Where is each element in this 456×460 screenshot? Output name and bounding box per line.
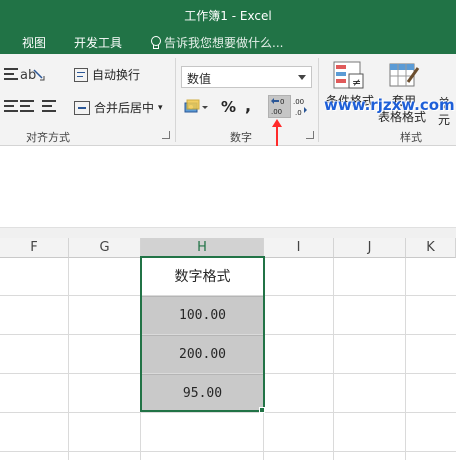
number-format-select[interactable]: 数值 bbox=[181, 66, 312, 88]
pointer-arrow-icon bbox=[272, 119, 282, 146]
grid-top-separator bbox=[0, 227, 456, 238]
increase-indent-button[interactable] bbox=[42, 100, 56, 112]
title-bar: 工作簿1 - Excel bbox=[0, 0, 456, 30]
format-as-table-icon bbox=[389, 63, 420, 87]
formula-area bbox=[0, 147, 456, 227]
number-group-label: 数字 bbox=[230, 131, 252, 144]
tell-me-text: 告诉我您想要做什么... bbox=[164, 36, 284, 50]
column-header-f[interactable]: F bbox=[0, 238, 69, 258]
comma-style-button[interactable]: , bbox=[245, 96, 251, 115]
format-as-table-button[interactable] bbox=[388, 60, 422, 95]
merge-center-button[interactable]: 合并后居中 ▾ bbox=[74, 99, 163, 116]
fill-handle[interactable] bbox=[259, 407, 265, 413]
orientation-button[interactable]: ab bbox=[20, 66, 46, 82]
wrap-text-icon bbox=[74, 67, 88, 82]
align-right-button[interactable] bbox=[4, 68, 18, 80]
ribbon-tabs: 视图 开发工具 告诉我您想要做什么... bbox=[0, 30, 456, 54]
decrease-decimal-button[interactable]: .00 .0 bbox=[293, 96, 313, 117]
percent-label: % bbox=[221, 98, 237, 116]
chevron-down-icon bbox=[298, 75, 306, 80]
number-dialog-launcher[interactable] bbox=[306, 131, 314, 139]
percent-style-button[interactable]: % bbox=[221, 98, 236, 116]
svg-text:.00: .00 bbox=[293, 98, 304, 106]
gridline bbox=[0, 451, 456, 452]
number-format-value: 数值 bbox=[187, 72, 212, 86]
conditional-format-button[interactable]: ≠ bbox=[332, 60, 366, 95]
group-divider bbox=[175, 58, 176, 142]
align-right-icon bbox=[4, 68, 18, 80]
window-title: 工作簿1 - Excel bbox=[184, 9, 272, 23]
increase-decimal-icon: 0 .00 bbox=[271, 98, 284, 116]
conditional-format-icon: ≠ bbox=[333, 61, 364, 89]
decrease-indent-icon bbox=[20, 100, 34, 112]
gridline bbox=[333, 258, 334, 460]
increase-indent-icon bbox=[42, 100, 56, 112]
selection-border bbox=[140, 256, 265, 412]
column-header-j[interactable]: J bbox=[334, 238, 406, 258]
gridline bbox=[405, 258, 406, 460]
merge-center-icon bbox=[74, 100, 90, 115]
svg-text:≠: ≠ bbox=[352, 76, 361, 89]
alignment-dialog-launcher[interactable] bbox=[162, 131, 170, 139]
orientation-icon: ab bbox=[20, 68, 45, 82]
wrap-text-button[interactable]: 自动换行 bbox=[74, 66, 140, 83]
svg-text:ab: ab bbox=[20, 68, 36, 82]
svg-text:.0: .0 bbox=[295, 109, 302, 117]
increase-decimal-button[interactable]: 0 .00 bbox=[268, 95, 291, 118]
align-center-icon bbox=[4, 100, 18, 112]
tab-view[interactable]: 视图 bbox=[22, 34, 46, 51]
gridline bbox=[68, 258, 69, 460]
align-center-button[interactable] bbox=[4, 100, 18, 112]
accounting-icon bbox=[184, 99, 208, 113]
accounting-format-button[interactable] bbox=[183, 98, 209, 116]
decrease-decimal-icon: .00 .0 bbox=[293, 98, 307, 117]
svg-text:0: 0 bbox=[280, 98, 284, 106]
decrease-indent-button[interactable] bbox=[20, 100, 34, 112]
styles-group-label: 样式 bbox=[400, 131, 422, 144]
watermark: www.rjzxw.com bbox=[324, 96, 455, 114]
svg-text:.00: .00 bbox=[271, 108, 282, 116]
alignment-group-label: 对齐方式 bbox=[26, 131, 70, 144]
tell-me-box[interactable]: 告诉我您想要做什么... bbox=[150, 34, 283, 51]
column-header-g[interactable]: G bbox=[69, 238, 141, 258]
column-header-i[interactable]: I bbox=[264, 238, 334, 258]
gridline bbox=[0, 412, 456, 413]
lightbulb-icon bbox=[150, 36, 161, 49]
column-header-h[interactable]: H bbox=[141, 238, 264, 258]
comma-label: , bbox=[245, 96, 252, 115]
wrap-text-label: 自动换行 bbox=[92, 68, 141, 82]
group-divider bbox=[318, 58, 319, 142]
merge-center-label: 合并后居中 bbox=[94, 101, 155, 115]
chevron-down-icon: ▾ bbox=[158, 102, 163, 113]
tab-developer[interactable]: 开发工具 bbox=[74, 34, 122, 51]
column-header-k[interactable]: K bbox=[406, 238, 456, 258]
